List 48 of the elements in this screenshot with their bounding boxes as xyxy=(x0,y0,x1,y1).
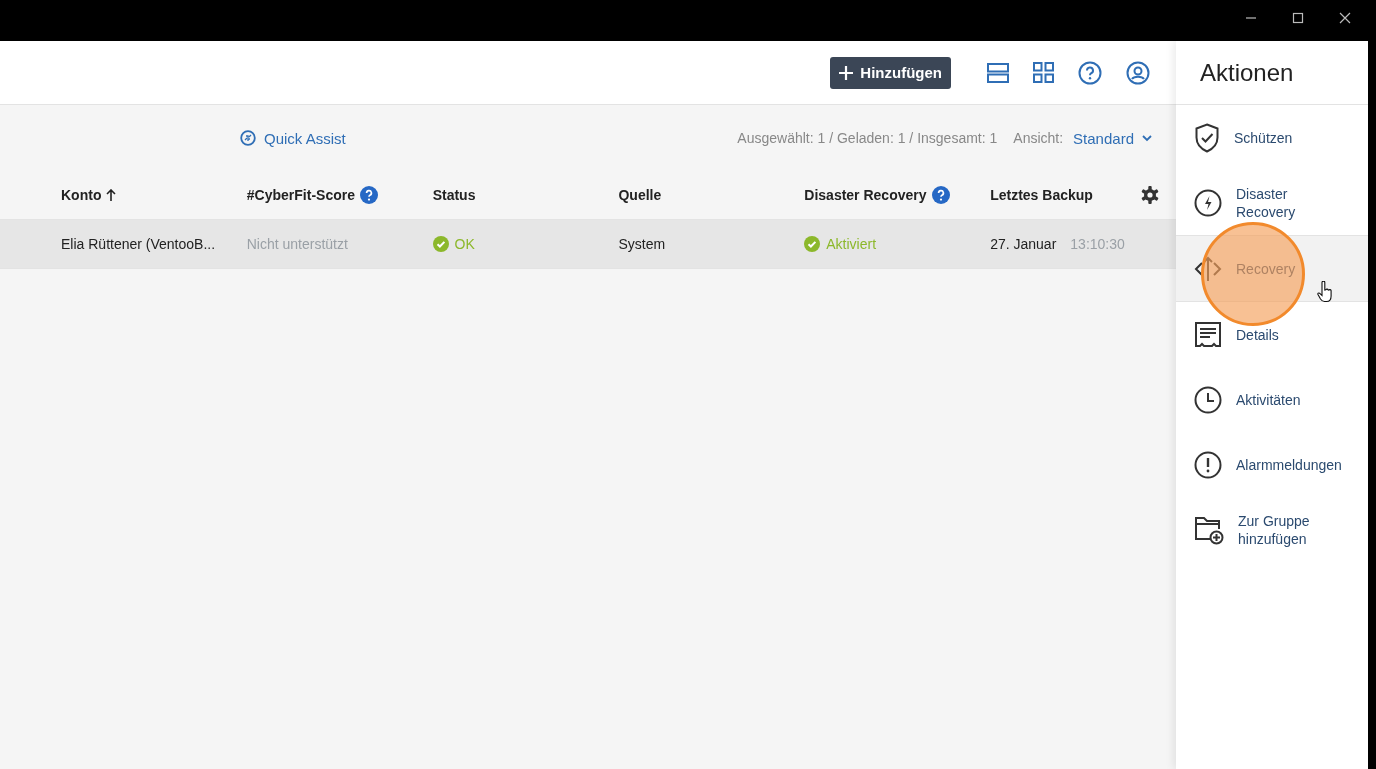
action-item[interactable]: Zur Gruppe hinzufügen xyxy=(1176,497,1368,562)
status-text: OK xyxy=(454,236,475,252)
action-item[interactable]: Alarmmeldungen xyxy=(1176,432,1368,497)
help-icon[interactable] xyxy=(360,186,378,204)
settings-icon[interactable] xyxy=(1141,186,1159,204)
column-header[interactable]: Quelle xyxy=(618,187,662,203)
alert-circle-icon xyxy=(1194,450,1222,479)
table-cell: Elia Rüttener (VentooB... xyxy=(61,236,216,252)
folder-add-icon xyxy=(1194,514,1224,545)
grid-view-icon[interactable] xyxy=(1033,62,1054,83)
check-circle-icon xyxy=(432,236,449,252)
view-dropdown[interactable]: Standard xyxy=(1073,129,1152,147)
column-header[interactable]: Konto xyxy=(61,187,102,203)
help-icon[interactable] xyxy=(931,186,950,204)
list-view-icon[interactable] xyxy=(987,62,1009,83)
add-button[interactable]: Hinzufügen xyxy=(830,56,951,89)
help-icon[interactable] xyxy=(1078,60,1102,85)
column-header[interactable]: Status xyxy=(432,187,476,203)
status-text: Aktiviert xyxy=(826,236,877,252)
column-header[interactable]: #CyberFit-Score xyxy=(246,187,355,203)
recovery-arrows-icon xyxy=(1194,254,1222,283)
action-item[interactable]: Details xyxy=(1176,302,1368,367)
table-row[interactable]: Elia Rüttener (VentooB... Nicht unterstützt OK System Aktiviert 27. Januar 13:10:30 xyxy=(0,220,1176,269)
action-item[interactable]: Schützen xyxy=(1176,105,1368,170)
chevron-down-icon xyxy=(1142,134,1152,142)
column-header[interactable]: Letztes Backup xyxy=(990,187,1093,203)
table-cell: System xyxy=(618,236,666,252)
account-icon[interactable] xyxy=(1126,60,1150,85)
table-cell: Nicht unterstützt xyxy=(246,236,348,252)
document-icon xyxy=(1194,320,1222,349)
backup-time: 13:10:30 xyxy=(1070,236,1125,252)
selection-summary: Ausgewählt: 1 / Geladen: 1 / Insgesamt: 1 xyxy=(737,130,998,146)
check-circle-icon xyxy=(804,236,821,252)
panel-title: Aktionen xyxy=(1176,41,1368,105)
view-label: Ansicht: xyxy=(1013,130,1064,146)
action-item[interactable]: Disaster Recovery xyxy=(1176,170,1368,235)
close-icon[interactable] xyxy=(1339,11,1351,24)
column-header[interactable]: Disaster Recovery xyxy=(804,187,927,203)
backup-date: 27. Januar xyxy=(990,236,1057,252)
action-item[interactable]: Aktivitäten xyxy=(1176,367,1368,432)
hand-cursor-icon xyxy=(1317,281,1333,303)
plus-icon xyxy=(839,65,854,80)
quick-assist-icon xyxy=(240,130,256,146)
shield-check-icon xyxy=(1194,122,1220,153)
lightning-circle-icon xyxy=(1194,188,1222,217)
quick-assist-link[interactable]: Quick Assist xyxy=(240,129,346,147)
clock-icon xyxy=(1194,385,1222,414)
maximize-icon[interactable] xyxy=(1292,11,1304,24)
